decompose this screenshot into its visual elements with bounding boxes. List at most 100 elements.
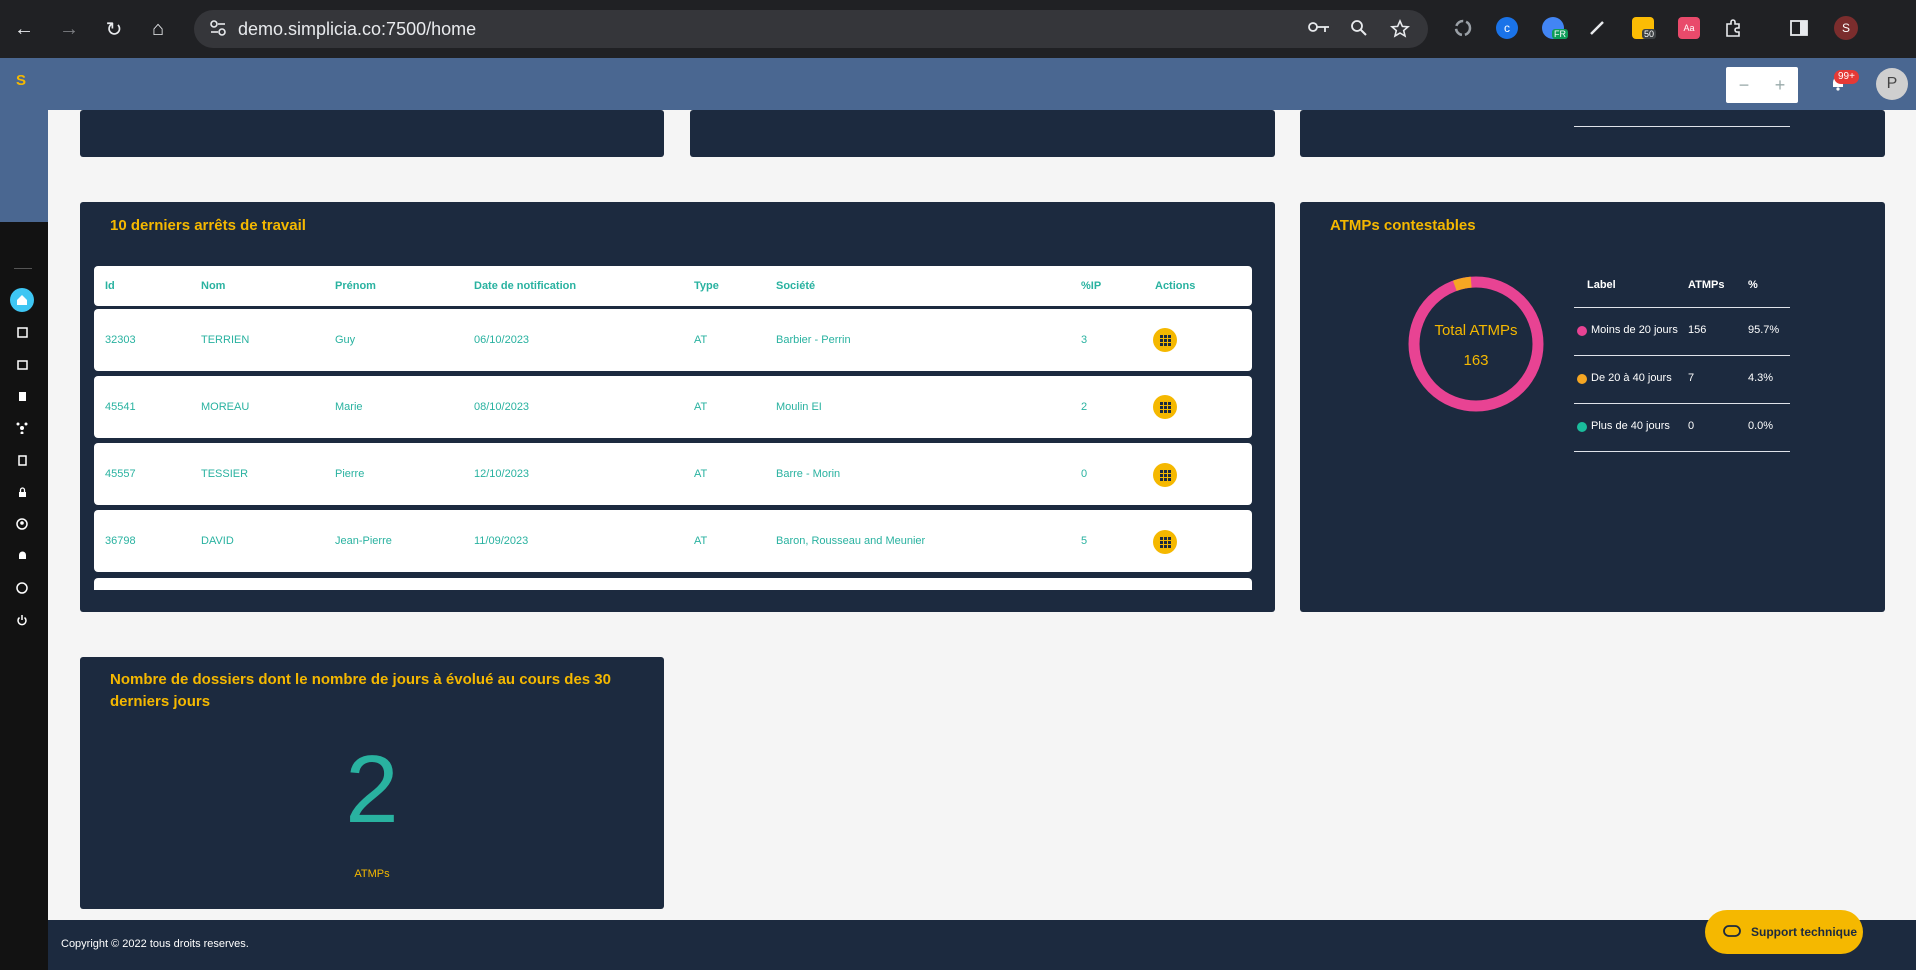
file-icon[interactable] (10, 448, 34, 472)
cell-type: AT (694, 334, 708, 346)
reload-icon[interactable]: ↻ (100, 15, 128, 43)
support-label: Support technique (1751, 925, 1857, 939)
address-bar[interactable]: demo.simplicia.co:7500/home (194, 10, 1428, 48)
cell-ip: 0 (1081, 468, 1088, 480)
forward-icon[interactable]: → (55, 15, 83, 43)
cell-nom: TESSIER (201, 468, 249, 480)
profile-avatar[interactable]: S (1834, 16, 1858, 40)
cell-date: 11/09/2023 (474, 535, 529, 547)
col-nom[interactable]: Nom (201, 266, 225, 306)
atmps-donut-chart (1408, 276, 1544, 412)
donut-center-value: 163 (1463, 352, 1489, 369)
table-header: Id Nom Prénom Date de notification Type … (94, 266, 1252, 306)
cell-ip: 3 (1081, 334, 1088, 346)
bookmark-star-icon[interactable] (1390, 19, 1410, 39)
cell-ip: 5 (1081, 535, 1088, 547)
cell-date: 12/10/2023 (474, 468, 530, 480)
cell-id: 45541 (105, 401, 136, 413)
legend-label: Plus de 40 jours (1591, 420, 1670, 432)
row-actions-grid-icon[interactable] (1153, 395, 1177, 419)
legend-percent: 95.7% (1748, 324, 1780, 336)
legend-percent: 0.0% (1748, 420, 1774, 432)
cell-societe: Moulin EI (776, 401, 822, 413)
extensions-puzzle-icon[interactable] (1722, 17, 1744, 39)
col-id[interactable]: Id (105, 266, 115, 306)
table-row[interactable]: 45557 TESSIER Pierre 12/10/2023 AT Barre… (94, 443, 1252, 505)
back-icon[interactable]: ← (10, 15, 38, 43)
evolved-title: Nombre de dossiers dont le nombre de jou… (110, 671, 611, 710)
zoom-icon[interactable] (1349, 19, 1369, 39)
home-icon[interactable]: ⌂ (144, 15, 172, 43)
col-prenom[interactable]: Prénom (335, 266, 376, 306)
user-avatar[interactable]: P (1876, 68, 1908, 100)
zoom-control: − + (1726, 67, 1798, 103)
app-logo[interactable]: S (12, 72, 30, 90)
row-actions-grid-icon[interactable] (1153, 530, 1177, 554)
table-row[interactable]: 36798 DAVID Jean-Pierre 11/09/2023 AT Ba… (94, 510, 1252, 572)
zoom-in-button[interactable]: + (1775, 75, 1786, 96)
extension-dictionary-icon[interactable]: Aa (1678, 17, 1700, 39)
row-actions-grid-icon[interactable] (1153, 463, 1177, 487)
cell-societe: Baron, Rousseau and Meunier (776, 535, 926, 547)
extension-translate-icon[interactable]: FR (1542, 17, 1568, 39)
footer (48, 920, 1916, 970)
legend-header-count: ATMPs (1688, 279, 1725, 291)
network-icon[interactable] (10, 416, 34, 440)
col-date[interactable]: Date de notification (474, 266, 576, 306)
legend-dot (1577, 374, 1587, 384)
summary-card-2 (690, 110, 1275, 157)
documents-icon[interactable] (10, 320, 34, 344)
extension-recycle-icon[interactable] (1452, 17, 1474, 39)
home-icon[interactable] (10, 288, 34, 312)
legend-label: De 20 à 40 jours (1591, 372, 1672, 384)
col-ip[interactable]: %IP (1081, 266, 1101, 306)
translate-badge: FR (1552, 29, 1568, 39)
site-settings-icon[interactable] (208, 19, 228, 39)
pen-icon[interactable] (1586, 17, 1608, 39)
summary-card-1 (80, 110, 664, 157)
cell-nom: TERRIEN (201, 334, 250, 346)
legend-percent: 4.3% (1748, 372, 1774, 384)
cell-id: 45557 (105, 468, 136, 480)
clipboard-icon[interactable] (10, 384, 34, 408)
col-societe[interactable]: Société (776, 266, 815, 306)
evolved-value: 2 (345, 736, 399, 843)
table-row-partial (94, 578, 1252, 590)
cell-nom: MOREAU (201, 401, 250, 413)
legend-count: 156 (1688, 324, 1707, 336)
help-icon[interactable] (10, 576, 34, 600)
atmps-title: ATMPs contestables (1330, 217, 1476, 234)
cell-type: AT (694, 401, 708, 413)
table-row[interactable]: 32303 TERRIEN Guy 06/10/2023 AT Barbier … (94, 309, 1252, 371)
cell-prenom: Marie (335, 401, 363, 413)
zoom-out-button[interactable]: − (1739, 75, 1750, 96)
col-type[interactable]: Type (694, 266, 719, 306)
calendar-icon[interactable] (10, 352, 34, 376)
row-actions-grid-icon[interactable] (1153, 328, 1177, 352)
lock-icon[interactable] (10, 480, 34, 504)
power-icon[interactable] (10, 608, 34, 632)
side-panel-icon[interactable] (1788, 17, 1810, 39)
key-icon[interactable] (1308, 19, 1329, 39)
bell-icon[interactable] (10, 544, 34, 568)
browser-toolbar: ← → ↻ ⌂ demo.simplicia.co:7500/home c FR… (0, 0, 1916, 58)
extension-notes-icon[interactable]: 50 (1632, 17, 1657, 39)
cell-date: 06/10/2023 (474, 334, 530, 346)
table-row[interactable]: 45541 MOREAU Marie 08/10/2023 AT Moulin … (94, 376, 1252, 438)
cell-id: 36798 (105, 535, 136, 547)
chat-bubble-icon (1723, 925, 1741, 937)
user-circle-icon[interactable] (10, 512, 34, 536)
support-button[interactable]: Support technique (1705, 910, 1863, 954)
extension-chat-icon[interactable]: c (1496, 17, 1518, 39)
copyright-text: Copyright © 2022 tous droits reserves. (61, 938, 249, 950)
sidebar: S (0, 58, 48, 970)
cell-nom: DAVID (201, 535, 234, 547)
legend-header-percent: % (1748, 279, 1758, 291)
legend-count: 7 (1688, 372, 1695, 384)
legend-dot (1577, 326, 1587, 336)
legend-header-label: Label (1587, 279, 1616, 291)
cell-id: 32303 (105, 334, 136, 346)
legend-label: Moins de 20 jours (1591, 324, 1678, 336)
cell-ip: 2 (1081, 401, 1088, 413)
legend-count: 0 (1688, 420, 1695, 432)
